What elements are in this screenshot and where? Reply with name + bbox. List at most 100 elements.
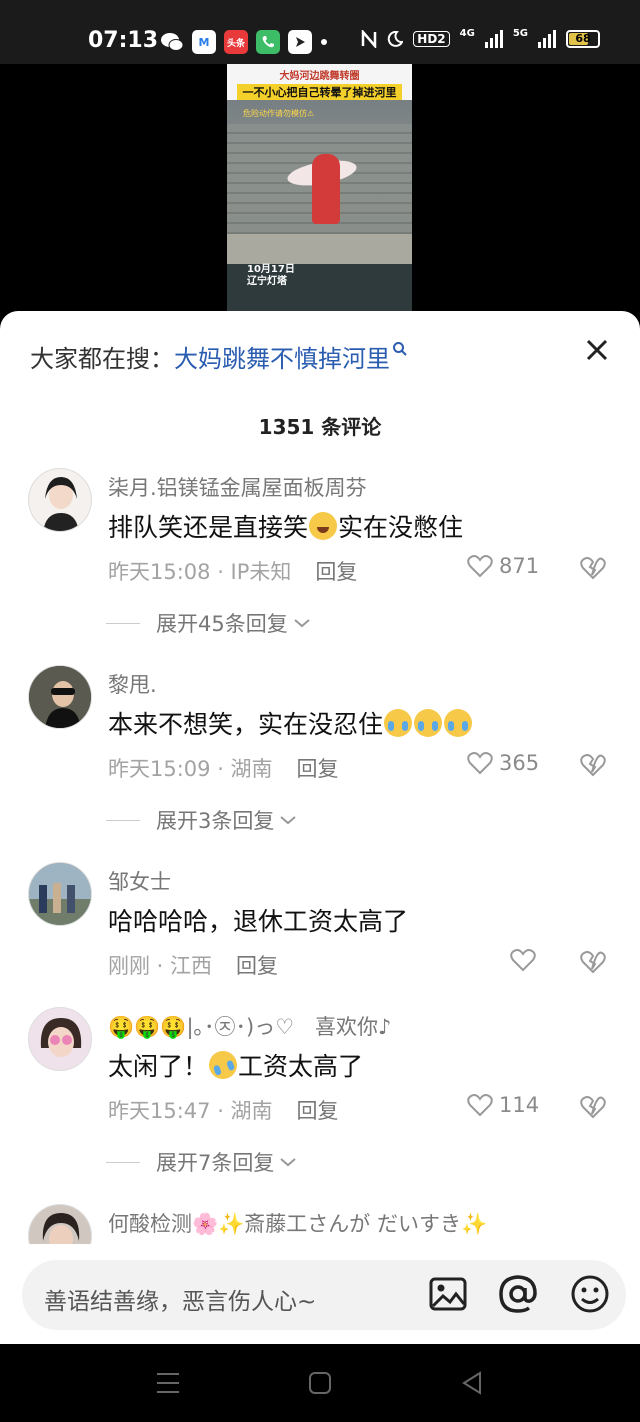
- system-nav-bar: [0, 1344, 640, 1422]
- video-dancer: [312, 154, 340, 224]
- comment-time: 昨天15:09 · 湖南: [108, 757, 273, 781]
- hd-badge: HD2: [413, 31, 450, 47]
- status-indicators: HD2 4G 5G 68: [361, 27, 600, 48]
- comment-author[interactable]: 🤑🤑🤑|｡･㉨･)っ♡ 喜欢你♪: [108, 1011, 391, 1041]
- comment-text-end: 工资太高了: [238, 1052, 364, 1081]
- heart-icon: [467, 555, 493, 578]
- comment-author[interactable]: 邹女士: [108, 866, 171, 896]
- expand-divider: [106, 819, 140, 821]
- comment-meta: 昨天15:09 · 湖南 回复: [108, 753, 339, 783]
- avatar[interactable]: [28, 665, 92, 729]
- expand-replies-label: 展开7条回复: [156, 1151, 275, 1175]
- mention-icon[interactable]: [498, 1274, 538, 1314]
- nfc-icon: [362, 30, 377, 48]
- expand-divider: [106, 622, 140, 624]
- video-headline-1: 大妈河边跳舞转圈: [279, 71, 360, 82]
- comment-text: 太闲了！ 工资太高了: [108, 1047, 363, 1083]
- video-date: 10月17日: [247, 264, 295, 275]
- pleading-face-emoji-icon: [309, 512, 338, 540]
- video-thumbnail[interactable]: 大妈河边跳舞转圈 一不小心把自己转晕了掉进河里 危险动作请勿模仿⚠ 10月17日…: [227, 64, 412, 322]
- video-player[interactable]: 大妈河边跳舞转圈 一不小心把自己转晕了掉进河里 危险动作请勿模仿⚠ 10月17日…: [0, 64, 640, 322]
- image-icon[interactable]: [428, 1274, 468, 1314]
- close-icon[interactable]: [584, 337, 610, 363]
- arrow-app-icon: [288, 30, 312, 54]
- comment-text: 本来不想笑，实在没忍住: [108, 705, 473, 741]
- broken-heart-icon[interactable]: [580, 753, 606, 777]
- comment-time: 刚刚 · 江西: [108, 954, 213, 978]
- avatar[interactable]: [28, 862, 92, 926]
- expand-divider: [106, 1161, 140, 1163]
- expand-replies-label: 展开45条回复: [156, 612, 288, 636]
- heart-icon: [467, 752, 493, 775]
- battery-icon: 68: [566, 30, 600, 48]
- comment-meta: 昨天15:08 · IP未知 回复: [108, 556, 357, 586]
- comment-author[interactable]: 柒月.铝镁锰金属屋面板周芬: [108, 472, 367, 502]
- comment-count: 1351 条评论: [258, 415, 382, 439]
- heart-icon: [467, 1094, 493, 1117]
- comment-text-end: 实在没憋住: [338, 513, 464, 542]
- comment-author[interactable]: 何酸检测🌸✨斎藤工さんが だいすき✨: [108, 1208, 487, 1238]
- status-bar: 07:13 M 头条 HD2 4G 5G 68: [0, 0, 640, 64]
- wechat-icon: [160, 30, 184, 54]
- comment-input-placeholder: 善语结善缘，恶言伤人心~: [44, 1289, 317, 1315]
- like-button[interactable]: [510, 948, 536, 972]
- avatar[interactable]: [28, 468, 92, 532]
- signal-5g-icon: [538, 30, 556, 48]
- comment-panel: 大家都在搜： 大妈跳舞不慎掉河里 1351 条评论 柒月.铝镁锰金属屋面板周芬 …: [0, 311, 640, 1344]
- like-count: 114: [499, 1093, 540, 1117]
- expand-replies-button[interactable]: 展开3条回复: [106, 805, 298, 835]
- video-ground: [227, 234, 412, 264]
- comment-text-start: 本来不想笑，实在没忍住: [108, 710, 384, 739]
- comment-text-start: 排队笑还是直接笑: [108, 513, 309, 542]
- status-time: 07:13: [88, 28, 159, 53]
- chevron-down-icon: [294, 619, 310, 628]
- search-prefix: 大家都在搜：: [30, 345, 174, 373]
- emoji-icon[interactable]: [570, 1274, 610, 1314]
- chevron-down-icon: [280, 816, 297, 825]
- comment-author[interactable]: 黎甩.: [108, 669, 157, 699]
- heart-icon: [510, 949, 536, 972]
- search-term-link[interactable]: 大妈跳舞不慎掉河里: [174, 339, 390, 374]
- video-caption: 10月17日 辽宁灯塔: [247, 264, 295, 288]
- comment-text: 排队笑还是直接笑 实在没憋住: [108, 508, 463, 544]
- like-button[interactable]: 871: [467, 554, 539, 578]
- broken-heart-icon[interactable]: [580, 950, 606, 974]
- like-button[interactable]: 114: [467, 1093, 539, 1117]
- home-icon[interactable]: [308, 1371, 332, 1395]
- notification-dot-icon: [320, 30, 328, 54]
- chevron-down-icon: [280, 1158, 297, 1167]
- crying-laughing-emoji-icon: [414, 709, 443, 737]
- comment-text: 哈哈哈哈，退休工资太高了: [108, 907, 409, 936]
- reply-button[interactable]: 回复: [297, 1099, 339, 1123]
- video-headline-2: 一不小心把自己转晕了掉进河里: [237, 84, 402, 100]
- search-suggestion[interactable]: 大家都在搜： 大妈跳舞不慎掉河里: [30, 339, 408, 374]
- video-warning: 危险动作请勿模仿⚠: [243, 109, 315, 118]
- broken-heart-icon[interactable]: [580, 556, 606, 580]
- comment-text-start: 太闲了！: [108, 1052, 209, 1081]
- like-button[interactable]: 365: [467, 751, 539, 775]
- reply-button[interactable]: 回复: [297, 757, 339, 781]
- expand-replies-button[interactable]: 展开7条回复: [106, 1147, 298, 1177]
- moon-icon: [388, 31, 404, 47]
- maps-icon: M: [192, 30, 216, 54]
- back-icon[interactable]: [460, 1371, 484, 1395]
- reply-button[interactable]: 回复: [236, 954, 278, 978]
- video-location: 辽宁灯塔: [247, 276, 287, 287]
- crying-laughing-emoji-icon: [384, 709, 413, 737]
- comment-time: 昨天15:47 · 湖南: [108, 1099, 273, 1123]
- phone-icon: [256, 30, 280, 54]
- menu-icon[interactable]: [155, 1371, 181, 1395]
- comment-input-bar: 善语结善缘，恶言伤人心~: [0, 1244, 640, 1344]
- signal-4g-icon: [484, 30, 503, 48]
- comment-meta: 刚刚 · 江西 回复: [108, 950, 278, 980]
- net-5g-label: 5G: [512, 27, 528, 39]
- expand-replies-button[interactable]: 展开45条回复: [106, 608, 312, 638]
- avatar[interactable]: [28, 1007, 92, 1071]
- reply-button[interactable]: 回复: [315, 560, 357, 584]
- expand-replies-label: 展开3条回复: [156, 809, 275, 833]
- broken-heart-icon[interactable]: [580, 1095, 606, 1119]
- like-count: 365: [499, 751, 540, 775]
- status-app-icons: M 头条: [160, 30, 328, 54]
- net-4g-label: 4G: [459, 27, 475, 39]
- rofl-emoji-icon: [205, 1047, 241, 1083]
